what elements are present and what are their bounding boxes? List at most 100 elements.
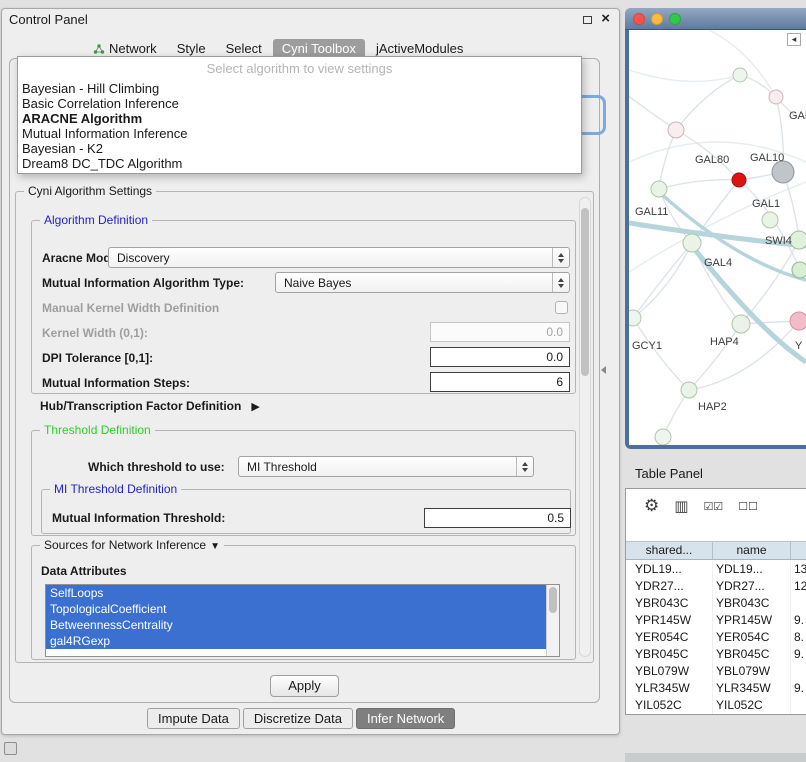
attribute-item[interactable]: SelfLoops [46, 585, 546, 601]
network-node[interactable] [733, 68, 747, 82]
bottom-tab-discretize-data[interactable]: Discretize Data [243, 708, 353, 729]
list-scrollbar[interactable] [546, 585, 559, 656]
table-row[interactable]: YBR043CYBR043C [626, 595, 806, 612]
close-traffic-light[interactable] [633, 13, 645, 25]
node-label: HAP4 [710, 336, 739, 348]
column-header[interactable]: shared... [626, 542, 713, 559]
network-node[interactable] [681, 382, 697, 398]
mi-steps-field[interactable]: 6 [430, 372, 570, 392]
float-window-icon[interactable] [583, 16, 592, 24]
network-node[interactable] [790, 231, 806, 249]
algorithm-option[interactable]: Basic Correlation Inference [21, 96, 578, 111]
manual-kernel-checkbox[interactable] [555, 301, 568, 314]
apply-button[interactable]: Apply [270, 675, 339, 697]
aracne-mode-select[interactable]: Discovery [108, 247, 570, 268]
bottom-tab-impute-data[interactable]: Impute Data [147, 708, 240, 729]
dpi-tolerance-field[interactable]: 0.0 [430, 347, 570, 367]
control-panel-titlebar[interactable]: Control Panel × [2, 9, 619, 31]
algorithm-option[interactable]: Dream8 DC_TDC Algorithm [21, 156, 578, 171]
mi-threshold-title: MI Threshold Definition [50, 482, 181, 496]
panel-splitter-arrow[interactable] [601, 366, 606, 374]
attribute-item[interactable]: TopologicalCoefficient [46, 601, 546, 617]
columns-icon[interactable]: ▥ [674, 497, 688, 515]
algorithm-option[interactable]: Mutual Information Inference [21, 126, 578, 141]
collapse-view-button[interactable]: ◂ [787, 33, 801, 46]
control-panel-window: Control Panel × NetworkStyleSelectCyni T… [1, 8, 620, 735]
network-node[interactable] [668, 122, 684, 138]
gear-icon[interactable]: ⚙ [644, 496, 659, 516]
table-cell: YBR043C [626, 595, 713, 612]
algorithm-option[interactable]: Bayesian - Hill Climbing [21, 81, 578, 96]
threshold-definition-title: Threshold Definition [40, 423, 155, 437]
zoom-traffic-light[interactable] [669, 13, 681, 25]
network-node[interactable] [762, 212, 778, 228]
attribute-item[interactable]: gal4RGexp [46, 633, 546, 649]
algorithm-placeholder: Select algorithm to view settings [18, 61, 581, 76]
network-edge [676, 75, 740, 130]
table-cell: YDR27... [626, 578, 713, 595]
mi-threshold-group: MI Threshold Definition Mutual Informati… [41, 489, 571, 534]
close-icon[interactable]: × [601, 10, 610, 27]
attribute-item[interactable]: BetweennessCentrality [46, 617, 546, 633]
settings-scrollbar[interactable] [579, 197, 591, 657]
column-header[interactable]: name [713, 542, 791, 559]
algorithm-option[interactable]: ARACNE Algorithm [21, 111, 578, 126]
network-node[interactable] [651, 181, 667, 197]
node-label: GAL4 [704, 257, 732, 269]
which-threshold-value: MI Threshold [247, 460, 317, 474]
table-cell: 13 [791, 561, 806, 578]
table-cell [791, 663, 806, 680]
node-label: SWI4 [765, 235, 792, 247]
network-canvas[interactable]: GAL80GAL10GAL11GAL1SWI4GAL4GCY1HAP4HAP2G… [629, 30, 806, 445]
network-node[interactable] [732, 173, 746, 187]
table-row[interactable]: YLR345WYLR345W9. [626, 680, 806, 697]
table-cell [791, 595, 806, 612]
algorithm-dropdown-popup: Select algorithm to view settings Bayesi… [17, 56, 582, 174]
mi-threshold-field[interactable]: 0.5 [424, 508, 571, 528]
sources-title-text: Sources for Network Inference [44, 538, 206, 552]
spinner-arrows-icon [516, 457, 533, 476]
network-node[interactable] [629, 310, 641, 326]
hub-definition-toggle[interactable]: Hub/Transcription Factor Definition▶ [40, 399, 260, 413]
node-label: GAL1 [752, 198, 780, 210]
dock-panel-icon[interactable] [4, 742, 17, 755]
network-graph: GAL80GAL10GAL11GAL1SWI4GAL4GCY1HAP4HAP2G… [629, 30, 806, 445]
collapse-arrow-icon[interactable]: ▼ [210, 541, 220, 552]
network-node[interactable] [792, 262, 806, 278]
mi-type-label: Mutual Information Algorithm Type: [42, 276, 244, 290]
network-node[interactable] [790, 312, 806, 330]
table-cell: YBL079W [626, 663, 713, 680]
kernel-width-field[interactable]: 0.0 [430, 322, 570, 342]
scrollbar-thumb[interactable] [581, 208, 589, 376]
network-node[interactable] [769, 90, 783, 104]
sources-group-title: Sources for Network Inference ▼ [40, 538, 224, 552]
which-threshold-select[interactable]: MI Threshold [238, 456, 534, 477]
scrollbar-thumb[interactable] [549, 587, 557, 613]
table-cell: YBR045C [713, 646, 791, 663]
network-node[interactable] [772, 161, 794, 183]
minimize-traffic-light[interactable] [651, 13, 663, 25]
network-node[interactable] [683, 234, 701, 252]
table-row[interactable]: YDR27...YDR27...12 [626, 578, 806, 595]
expand-arrow-icon[interactable]: ▶ [251, 401, 259, 413]
table-header-row: shared...name [626, 541, 806, 560]
bottom-tab-infer-network[interactable]: Infer Network [356, 708, 455, 729]
data-attributes-label: Data Attributes [41, 564, 127, 578]
table-cell: YBR045C [626, 646, 713, 663]
table-row[interactable]: YDL19...YDL19...13 [626, 561, 806, 578]
algorithm-option[interactable]: Bayesian - K2 [21, 141, 578, 156]
table-row[interactable]: YER054CYER054C8. [626, 629, 806, 646]
table-row[interactable]: YIL052CYIL052C [626, 697, 806, 714]
table-cell: YER054C [713, 629, 791, 646]
table-row[interactable]: YBR045CYBR045C9. [626, 646, 806, 663]
network-node[interactable] [732, 315, 750, 333]
table-cell: YER054C [626, 629, 713, 646]
table-row[interactable]: YPR145WYPR145W9. [626, 612, 806, 629]
network-window-titlebar[interactable] [625, 8, 806, 30]
mi-type-select[interactable]: Naive Bayes [275, 272, 570, 293]
deselect-all-icon[interactable]: ☐☐ [738, 500, 758, 513]
network-node[interactable] [655, 429, 671, 445]
table-row[interactable]: YBL079WYBL079W [626, 663, 806, 680]
column-header[interactable] [791, 542, 806, 559]
select-all-icon[interactable]: ☑☑ [703, 500, 723, 513]
